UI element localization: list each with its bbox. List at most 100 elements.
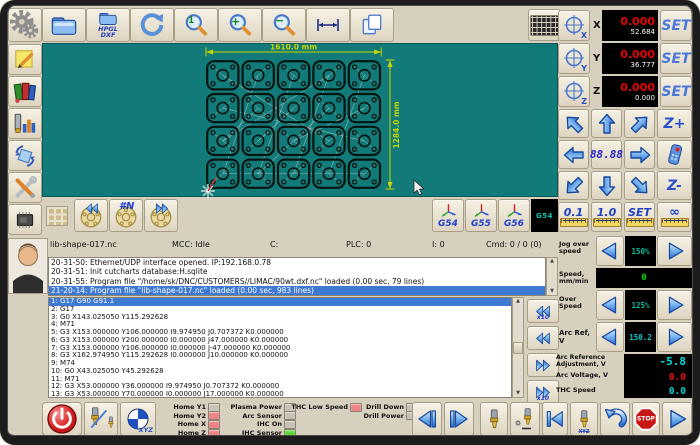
scroll-down-icon[interactable]: ▼	[516, 390, 520, 397]
consumables-stats-button[interactable]	[8, 108, 42, 139]
stop-button[interactable]: STOP	[632, 402, 660, 436]
part-shape	[243, 94, 274, 122]
keyboard-icon	[530, 15, 559, 36]
jog-up-button[interactable]	[591, 109, 622, 138]
over-speed-down-button[interactable]	[596, 290, 624, 320]
zero-y-button[interactable]: Y	[558, 43, 590, 74]
step-back-button[interactable]	[527, 326, 559, 350]
part-shape	[243, 127, 274, 155]
zero-z-button[interactable]: Z	[558, 76, 590, 107]
arc-ref-up-button[interactable]	[657, 322, 692, 352]
jog-step-set-button[interactable]: SET	[624, 202, 655, 232]
zoom-out-button[interactable]: −	[262, 8, 306, 42]
indicator-drill-power: Drill Power	[366, 412, 418, 421]
torch-chart-icon	[12, 111, 38, 137]
step-back-x10-button[interactable]: x10	[527, 299, 559, 323]
program-mark-button[interactable]: #N	[109, 199, 143, 232]
scroll-up-icon[interactable]: ▲	[550, 258, 554, 265]
jog-over-speed-up-button[interactable]	[657, 236, 692, 266]
zoom-in-button[interactable]: +	[218, 8, 262, 42]
jog-z-minus-button[interactable]: Z-	[657, 171, 692, 200]
cutcharts-library-button[interactable]	[8, 76, 42, 107]
jog-up-right-button[interactable]	[624, 109, 655, 138]
torch-icon	[483, 407, 505, 431]
gcode-list[interactable]: 1: G17 G90 G91.12: G173: G0 X143.025050 …	[48, 297, 512, 398]
jog-over-speed-down-button[interactable]	[596, 236, 624, 266]
user-avatar	[8, 238, 48, 294]
triangle-left-icon	[599, 326, 621, 348]
refresh-button[interactable]	[130, 8, 174, 42]
jog-up-left-button[interactable]	[558, 109, 589, 138]
jog-right-button[interactable]	[624, 140, 655, 169]
work-canvas[interactable]: 1610.0 mm1284.0 mm	[42, 43, 558, 197]
zero-x-button[interactable]: X	[558, 10, 590, 41]
triangle-right-icon	[664, 294, 686, 316]
ruler-icon	[560, 218, 588, 227]
torch-height-button[interactable]	[84, 402, 118, 436]
indicator-plasma-power: Plasma Power	[226, 403, 296, 412]
start-button[interactable]	[662, 402, 692, 436]
remote-control-button[interactable]	[657, 140, 692, 169]
torch-xyz-button[interactable]: XYZ	[570, 402, 598, 436]
gcode-line[interactable]: 8: G3 X162.974950 Y115.292628 I0.000000 …	[49, 352, 511, 360]
measure-button[interactable]	[306, 8, 350, 42]
indicator-arc-sensor: Arc Sensor	[226, 412, 296, 421]
step-forward-x10-button[interactable]: x10	[527, 380, 559, 404]
set-z-button[interactable]: SET	[660, 76, 692, 107]
jog-z-plus-button[interactable]: Z+	[657, 109, 692, 138]
wcs-g55-button[interactable]: G55	[465, 199, 497, 232]
indicator-label: IHC Sensor	[242, 429, 282, 437]
step-forward-button[interactable]	[527, 353, 559, 377]
back-button[interactable]	[600, 402, 630, 436]
jog-down-right-button[interactable]	[624, 171, 655, 200]
log-line[interactable]: 21-20-14: Program file "lib-shape-017.nc…	[49, 286, 545, 295]
jog-step-0.1-button[interactable]: 0.1	[558, 202, 589, 232]
prev-segment-button[interactable]	[412, 402, 442, 436]
gcode-line[interactable]: 3: G0 X143.025050 Y115.292628	[49, 314, 511, 322]
open-file-button[interactable]	[42, 8, 86, 42]
jog-step-continuous-button[interactable]: ∞	[657, 202, 692, 232]
jog-down-left-button[interactable]	[558, 171, 589, 200]
settings-button[interactable]	[8, 8, 42, 42]
wcs-g54-button[interactable]: G54	[432, 199, 464, 232]
torch-on-button[interactable]	[480, 402, 508, 436]
hardware-chip-button[interactable]	[8, 204, 42, 235]
gcode-scrollbar[interactable]: ▲ ▼	[512, 297, 524, 398]
program-prev-button[interactable]	[74, 199, 108, 232]
jog-step-1.0-button[interactable]: 1.0	[591, 202, 622, 232]
wcs-g56-button[interactable]: G56	[498, 199, 530, 232]
tools-settings-button[interactable]	[8, 172, 42, 203]
arrow-down-left-icon	[557, 169, 591, 203]
log-line[interactable]: 20-31-51: Init cutcharts database:H.sqli…	[49, 267, 545, 276]
program-next-button[interactable]	[144, 199, 178, 232]
virtual-keyboard-button[interactable]	[528, 9, 561, 41]
set-y-button[interactable]: SET	[660, 43, 692, 74]
copy-shape-button[interactable]	[350, 8, 394, 42]
rewind-button[interactable]	[542, 402, 568, 436]
jog-left-button[interactable]	[558, 140, 589, 169]
log-line[interactable]: 20-31-50: Ethernet/UDP interface opened.…	[49, 258, 545, 267]
rotate-shape-button[interactable]	[8, 140, 42, 171]
set-x-button[interactable]: SET	[660, 10, 692, 41]
scroll-up-icon[interactable]: ▲	[516, 298, 520, 305]
power-button[interactable]	[42, 402, 82, 436]
scroll-thumb[interactable]	[513, 342, 523, 354]
log-line[interactable]: 20-31-55: Program file "/home/sk/DNC/CUS…	[49, 277, 545, 286]
over-speed-up-button[interactable]	[657, 290, 692, 320]
gcode-line[interactable]: 10: G0 X43.025050 Y45.292628	[49, 368, 511, 376]
gcode-line[interactable]: 1: G17 G90 G91.1	[49, 298, 511, 306]
jog-down-button[interactable]	[591, 171, 622, 200]
double-right-arrow-icon	[533, 357, 553, 374]
log-scrollbar[interactable]: ▲ ▼	[546, 257, 558, 296]
log-list[interactable]: 20-31-50: Ethernet/UDP interface opened.…	[48, 257, 546, 296]
torch-probe-button[interactable]	[510, 402, 540, 436]
open-hpgl-dxf-button[interactable]: HPGL DXF	[86, 8, 130, 42]
arc-ref-down-button[interactable]	[596, 322, 624, 352]
goto-xyz-button[interactable]: XYZ	[120, 402, 156, 436]
zoom-fit-button[interactable]: 1	[174, 8, 218, 42]
gcode-line[interactable]: 13: G3 X53.000000 Y70.000000 I0.000000 J…	[49, 391, 511, 398]
next-segment-button[interactable]	[444, 402, 474, 436]
scroll-down-icon[interactable]: ▼	[550, 288, 554, 295]
edit-note-button[interactable]	[8, 44, 42, 75]
part-shape	[243, 61, 274, 89]
